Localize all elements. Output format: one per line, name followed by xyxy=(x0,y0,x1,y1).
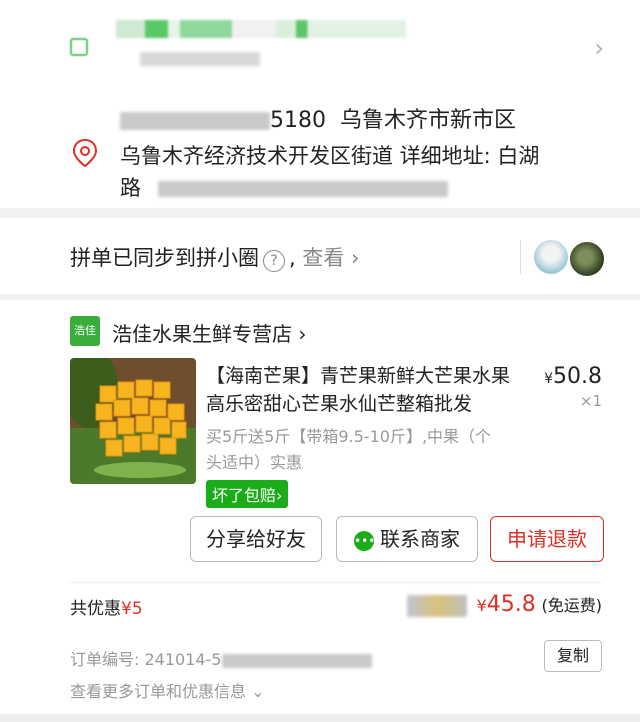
divider xyxy=(0,714,640,722)
chevron-right-icon: › xyxy=(594,34,604,62)
location-pin-icon xyxy=(72,138,98,168)
divider xyxy=(520,240,521,274)
order-total: ¥45.8 (免运费) xyxy=(406,592,602,617)
contact-merchant-button[interactable]: ••• 联系商家 xyxy=(336,516,478,562)
sync-text: 拼单已同步到拼小圈 xyxy=(70,246,259,270)
order-number: 订单编号: 241014-5 xyxy=(70,646,372,670)
address-contact-line: 5180 乌鲁木齐市新市区 xyxy=(120,102,516,134)
chat-icon: ••• xyxy=(354,530,375,551)
product-image[interactable] xyxy=(70,358,196,484)
store-name: 浩佳水果生鲜专营店 xyxy=(112,322,292,346)
chevron-down-icon: ⌄ xyxy=(251,682,265,701)
phone-suffix: 5180 xyxy=(270,108,326,133)
guarantee-tag[interactable]: 坏了包赔› xyxy=(206,480,289,508)
discount-summary: 共优惠¥5 xyxy=(70,599,143,619)
store-logo: 浩佳 xyxy=(70,316,100,346)
blurred-order-number xyxy=(221,653,372,668)
more-orders-link[interactable]: 查看更多订单和优惠信息 ⌄ xyxy=(70,678,265,702)
view-link[interactable]: 查看 › xyxy=(302,246,359,270)
divider xyxy=(70,582,602,583)
order-status-card[interactable]: › xyxy=(0,0,640,92)
product-quantity: ×1 xyxy=(579,392,602,410)
blurred-status-text xyxy=(116,20,406,38)
address-card[interactable]: 5180 乌鲁木齐市新市区 乌鲁木齐经济技术开发区街道 详细地址: 白湖 路 xyxy=(0,92,640,208)
status-icon xyxy=(70,38,88,56)
address-region: 乌鲁木齐市新市区 xyxy=(340,108,517,133)
blurred-status-subtext xyxy=(140,52,260,66)
blurred-avatar-strip xyxy=(406,595,467,617)
chevron-right-icon: › xyxy=(298,322,307,346)
blurred-name-phone xyxy=(120,112,270,130)
store-name-link[interactable]: 浩佳水果生鲜专营店 › xyxy=(112,318,306,347)
address-line-3: 路 xyxy=(120,172,448,202)
share-button[interactable]: 分享给好友 xyxy=(190,516,322,562)
product-spec: 买5斤送5斤【带箱9.5-10斤】,中果（个头适中）实惠 xyxy=(206,427,492,472)
address-street: 路 xyxy=(120,176,141,200)
product-title[interactable]: 【海南芒果】青芒果新鲜大芒果水果高乐密甜心芒果水仙芒整箱批发 xyxy=(206,362,526,418)
copy-button[interactable]: 复制 xyxy=(544,640,602,672)
address-line-2: 乌鲁木齐经济技术开发区街道 详细地址: 白湖 xyxy=(120,144,540,168)
order-card: 浩佳 浩佳水果生鲜专营店 › 【海南芒果】青芒果新鲜大芒果水果高乐密甜心芒果水仙… xyxy=(0,300,640,714)
sync-text-row: 拼单已同步到拼小圈?, 查看 › xyxy=(70,246,360,272)
avatar[interactable] xyxy=(534,240,568,274)
refund-button[interactable]: 申请退款 xyxy=(490,516,604,562)
help-icon[interactable]: ? xyxy=(263,250,285,272)
pinxiaoquan-sync-row[interactable]: 拼单已同步到拼小圈?, 查看 › xyxy=(0,218,640,294)
blurred-address-detail xyxy=(157,181,448,197)
avatar[interactable] xyxy=(568,240,606,278)
product-price: ¥50.8 xyxy=(544,364,602,389)
